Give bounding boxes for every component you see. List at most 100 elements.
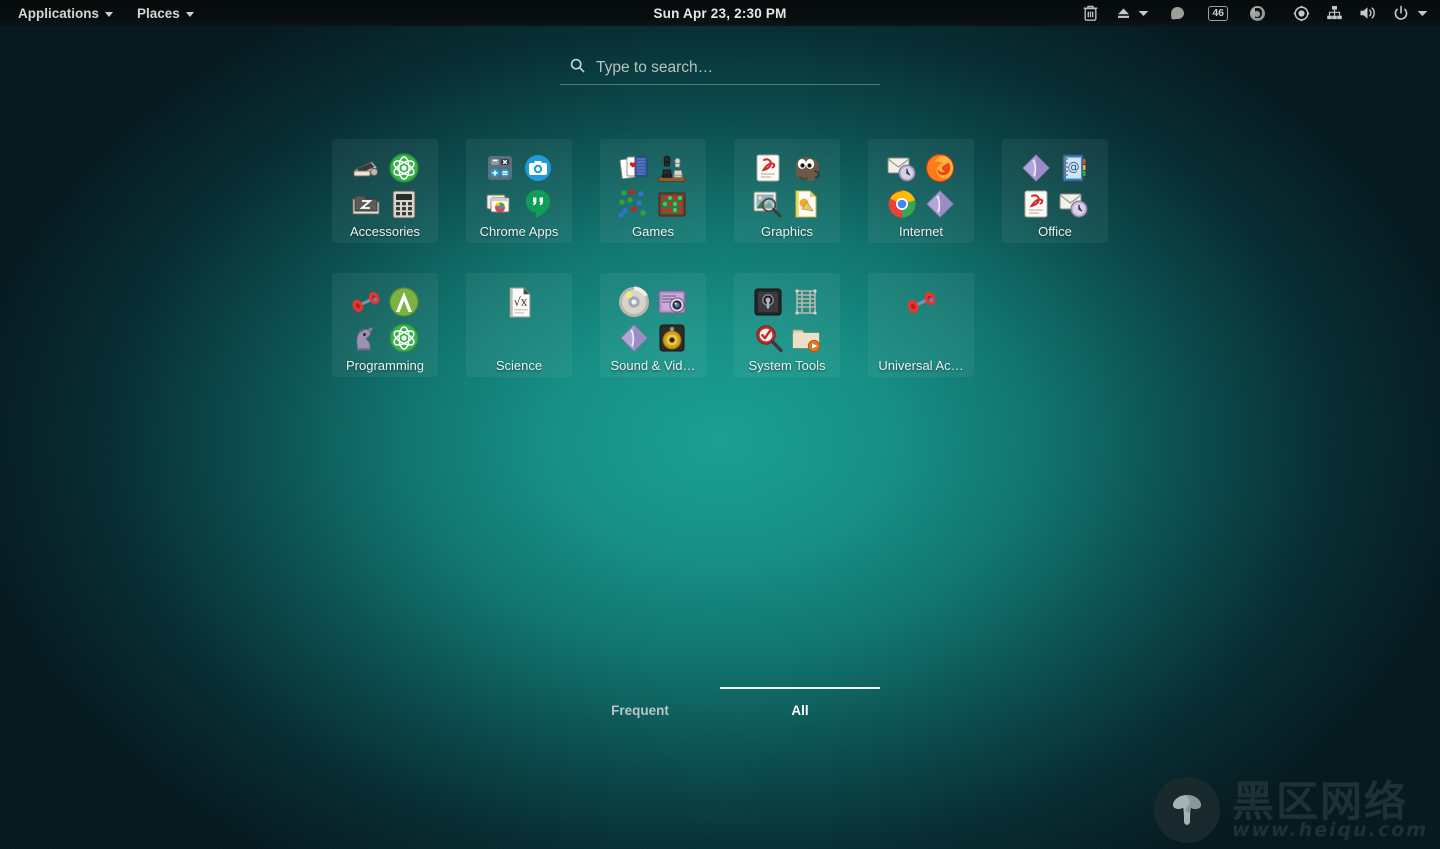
app-folder-programming[interactable]: Programming	[332, 273, 438, 377]
dfeet-dumbbell-icon	[352, 292, 380, 312]
purple-diamond-icon	[1022, 154, 1050, 182]
notification-count-badge[interactable]: 46	[1198, 0, 1238, 26]
places-menu-label: Places	[137, 5, 180, 21]
app-folder-grid: Accessories Chrome Apps Games Graphics I…	[332, 139, 1112, 407]
chrome-icon	[888, 190, 916, 218]
libreoffice-math-icon: √x	[509, 287, 530, 318]
app-folder-office[interactable]: @ Office	[1002, 139, 1108, 243]
folder-icon-preview: √x	[481, 284, 557, 356]
mahjongg-board-icon	[658, 192, 686, 217]
playing-cards-icon	[619, 156, 648, 180]
applications-menu[interactable]: Applications	[9, 3, 122, 24]
watermark-chinese: 黑区网络	[1231, 776, 1408, 826]
purple-diamond-icon	[926, 190, 954, 218]
file-manager-icon	[792, 329, 821, 353]
folder-icon-preview	[749, 284, 825, 356]
five-or-more-icon	[618, 189, 646, 218]
tab-all-label: All	[791, 702, 809, 718]
folder-icon-preview	[481, 150, 557, 222]
android-studio-icon	[389, 287, 419, 317]
folder-icon-preview	[749, 150, 825, 222]
chevron-down-icon	[105, 11, 114, 17]
notification-count-label: 46	[1208, 5, 1228, 21]
search-icon	[570, 58, 585, 78]
search-input[interactable]	[596, 59, 880, 77]
top-bar: Applications Places Sun Apr 23, 2:30 PM	[0, 0, 1440, 26]
chevron-down-icon	[185, 11, 194, 17]
folder-label: System Tools	[748, 358, 826, 373]
search-bar[interactable]	[560, 52, 880, 85]
system-dropdown-icon[interactable]	[1413, 0, 1430, 26]
firefox-icon	[926, 154, 954, 182]
chrome-icon[interactable]	[1238, 0, 1277, 26]
folder-icon-preview	[615, 284, 691, 356]
svg-text:@: @	[1068, 160, 1080, 174]
chat-bubble-icon[interactable]	[1157, 0, 1198, 26]
system-monitor-icon	[756, 325, 783, 353]
app-folder-chrome-apps[interactable]: Chrome Apps	[466, 139, 572, 243]
calculator-icon	[488, 156, 512, 180]
libreoffice-draw-icon	[795, 190, 817, 218]
folder-label: Programming	[345, 358, 425, 373]
app-folder-science[interactable]: √x Science	[466, 273, 572, 377]
chrome-windows-icon	[486, 194, 510, 213]
scanner-icon	[353, 161, 379, 177]
power-icon[interactable]	[1385, 0, 1413, 26]
calculator-icon	[392, 190, 416, 219]
svg-text:√x: √x	[513, 295, 527, 309]
app-folder-universal-access[interactable]: Universal Ac…	[868, 273, 974, 377]
app-folder-graphics[interactable]: Graphics	[734, 139, 840, 243]
folder-icon-preview	[615, 150, 691, 222]
gnu-gdb-icon	[356, 327, 373, 351]
app-folder-internet[interactable]: Internet	[868, 139, 974, 243]
applications-menu-label: Applications	[18, 5, 100, 21]
record-icon[interactable]	[1277, 0, 1318, 26]
document-viewer-icon	[756, 154, 780, 182]
eject-icon[interactable]	[1107, 0, 1135, 26]
app-folder-system-tools[interactable]: System Tools	[734, 273, 840, 377]
address-book-icon: @	[1062, 154, 1086, 182]
app-folder-accessories[interactable]: Accessories	[332, 139, 438, 243]
gimp-icon	[796, 157, 820, 181]
chess-icon	[658, 155, 686, 182]
watermark-url: www.heiqu.com	[1231, 818, 1428, 841]
folder-icon-preview	[883, 150, 959, 222]
tab-frequent-label: Frequent	[611, 702, 669, 718]
folder-icon-preview	[347, 284, 423, 356]
places-menu[interactable]: Places	[128, 3, 203, 24]
network-icon[interactable]	[1318, 0, 1351, 26]
folder-label: Office	[1038, 224, 1072, 239]
tab-all[interactable]: All	[720, 687, 880, 726]
archive-manager-icon	[352, 195, 380, 215]
speaker-icon	[659, 324, 685, 352]
tab-frequent[interactable]: Frequent	[560, 690, 720, 726]
atom-icon	[389, 153, 419, 183]
atom-icon	[389, 323, 419, 353]
app-folder-games[interactable]: Games	[600, 139, 706, 243]
folder-label: Sound & Vid…	[610, 358, 696, 373]
view-tabs: Frequent All	[560, 687, 880, 726]
trash-icon[interactable]	[1074, 0, 1107, 26]
document-viewer-icon	[1024, 190, 1048, 218]
watermark-text: 黑区网络 www.heiqu.com	[1231, 776, 1428, 841]
dfeet-dumbbell-icon	[907, 292, 935, 313]
evolution-mail-icon	[1059, 193, 1088, 218]
image-viewer-icon	[753, 191, 782, 218]
virtual-machine-icon	[795, 289, 817, 315]
webcam-icon	[658, 290, 686, 314]
system-tray: 46	[1074, 0, 1430, 26]
evolution-mail-icon	[887, 157, 916, 182]
folder-label: Graphics	[760, 224, 814, 239]
hangouts-icon	[526, 190, 550, 218]
folder-label: Universal Ac…	[878, 358, 964, 373]
volume-icon[interactable]	[1351, 0, 1385, 26]
mushroom-logo-icon	[1153, 777, 1220, 843]
folder-icon-preview: @	[1017, 150, 1093, 222]
folder-label: Science	[495, 358, 543, 373]
cd-burner-icon	[619, 286, 649, 317]
app-folder-sound-video[interactable]: Sound & Vid…	[600, 273, 706, 377]
folder-icon-preview	[347, 150, 423, 222]
camera-icon	[525, 155, 551, 181]
purple-diamond-icon	[620, 324, 648, 352]
eject-dropdown-icon[interactable]	[1135, 0, 1157, 26]
